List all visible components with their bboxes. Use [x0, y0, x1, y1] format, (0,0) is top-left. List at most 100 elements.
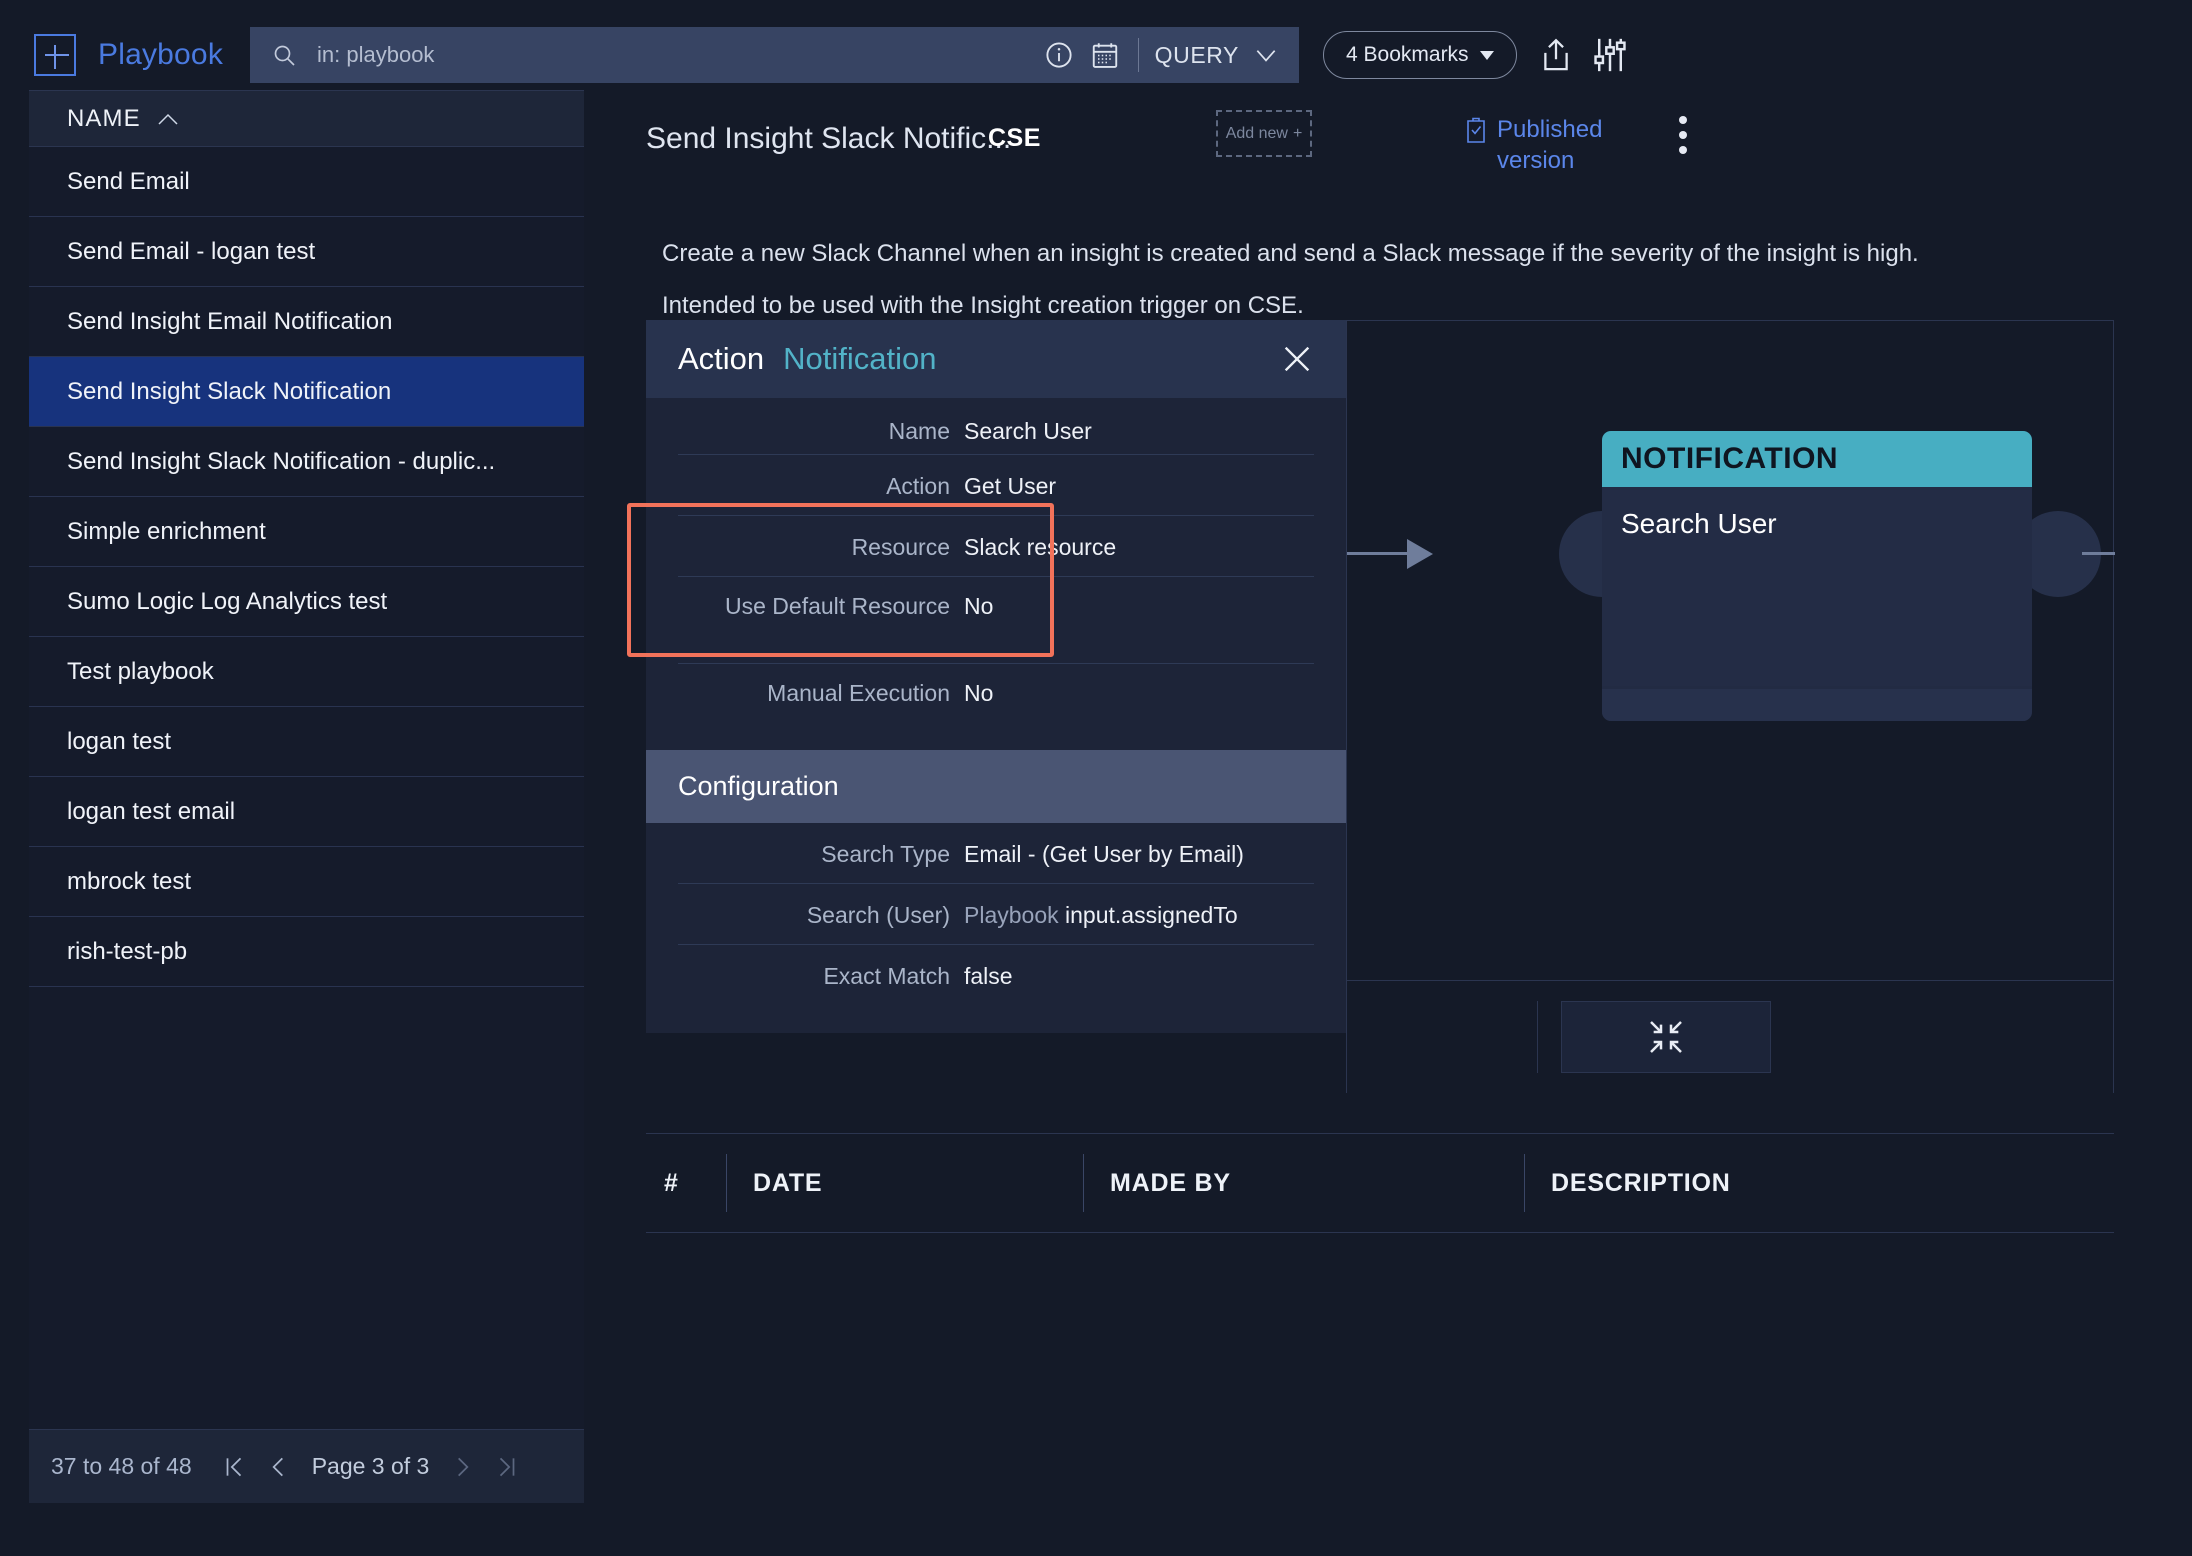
chevron-down-icon[interactable] [1253, 42, 1279, 68]
toolbar-divider [1537, 1001, 1538, 1073]
query-mode-label[interactable]: QUERY [1155, 42, 1239, 69]
next-page-button[interactable] [443, 1447, 483, 1487]
field-label: Exact Match [823, 963, 950, 989]
list-item-label: Send Insight Slack Notification - duplic… [67, 447, 496, 475]
configuration-label: Configuration [678, 771, 839, 801]
chevron-left-icon [272, 1457, 283, 1476]
column-header-number[interactable]: # [646, 1134, 726, 1232]
list-item-label: Sumo Logic Log Analytics test [67, 587, 388, 615]
list-item-label: rish-test-pb [67, 937, 188, 965]
list-item[interactable]: Sumo Logic Log Analytics test [29, 567, 584, 637]
node-footer [1602, 689, 2032, 721]
field-row-manual-execution: Manual Execution No [646, 664, 1346, 750]
edge-outgoing [2082, 552, 2115, 555]
playbook-description: Create a new Slack Channel when an insig… [662, 228, 2112, 332]
action-details-panel: Action Notification Name Search User Act… [627, 320, 1346, 1033]
playbook-list-sidebar: NAME Send Email Send Email - logan test … [29, 90, 584, 1503]
previous-page-button[interactable] [258, 1447, 298, 1487]
published-version-label: Published version [1497, 116, 1603, 174]
bookmarks-label: 4 Bookmarks [1346, 43, 1469, 66]
canvas-toolbar [1346, 980, 2114, 1093]
share-icon[interactable] [1539, 35, 1573, 75]
column-label: DESCRIPTION [1551, 1168, 1731, 1197]
list-item-label: logan test email [67, 797, 236, 825]
playbook-graph-canvas[interactable]: NOTIFICATION Search User [1346, 320, 2115, 980]
add-new-button[interactable]: Add new + [1216, 110, 1312, 157]
list-item[interactable]: Send Insight Slack Notification - duplic… [29, 427, 584, 497]
list-item[interactable]: Test playbook [29, 637, 584, 707]
close-icon[interactable] [1280, 342, 1314, 376]
list-item[interactable]: mbrock test [29, 847, 584, 917]
column-label: # [664, 1168, 679, 1197]
list-item[interactable]: Send Email [29, 147, 584, 217]
list-item[interactable]: logan test [29, 707, 584, 777]
field-value: Playbook input.assignedTo [964, 898, 1238, 932]
main-content: Send Insight Slack Notific... CSE Add ne… [584, 90, 2192, 1556]
pagination-bar: 37 to 48 of 48 Page 3 of 3 [29, 1429, 584, 1503]
action-panel-header: Action Notification [646, 320, 1346, 398]
list-item[interactable]: Send Email - logan test [29, 217, 584, 287]
field-label: Search Type [821, 841, 950, 867]
product-tag-cse: CSE [988, 124, 1041, 152]
sidebar-header-label: NAME [67, 104, 141, 132]
sidebar-list: Send Email Send Email - logan test Send … [29, 147, 584, 1429]
edge-arrow-icon [1407, 539, 1433, 569]
last-page-icon [500, 1457, 515, 1476]
field-row-action: Action Get User [646, 455, 1346, 515]
field-value: Search User [964, 418, 1092, 444]
field-label: Search (User) [806, 902, 950, 928]
bookmarks-button[interactable]: 4 Bookmarks [1323, 31, 1517, 79]
table-header-row: # DATE MADE BY DESCRIPTION [646, 1134, 2114, 1232]
kebab-dot [1679, 131, 1687, 139]
first-page-button[interactable] [214, 1447, 254, 1487]
search-bar[interactable]: QUERY [250, 27, 1300, 83]
field-row-search-type: Search Type Email - (Get User by Email) [646, 823, 1346, 883]
search-bar-icons: QUERY [1044, 27, 1299, 83]
published-version-status[interactable]: Published version [1464, 114, 1634, 176]
list-item[interactable]: Simple enrichment [29, 497, 584, 567]
list-item[interactable]: logan test email [29, 777, 584, 847]
field-label: Use Default Resource [725, 593, 950, 619]
field-row-exact-match: Exact Match false [646, 945, 1346, 1005]
column-header-made-by[interactable]: MADE BY [1084, 1134, 1524, 1232]
list-item-label: Send Email - logan test [67, 237, 316, 265]
sidebar-column-header-name[interactable]: NAME [29, 91, 584, 147]
search-icon [274, 45, 295, 66]
app-root: Playbook in: playbook QUERY 4 Bookmarks … [0, 0, 2192, 1556]
search-input[interactable] [317, 42, 1044, 68]
sort-ascending-chevron-up-icon[interactable] [157, 112, 179, 126]
field-value: No [964, 680, 994, 706]
settings-sliders-icon[interactable] [1591, 35, 1629, 75]
field-value-text: input.assignedTo [1065, 902, 1238, 928]
list-item[interactable]: Send Insight Email Notification [29, 287, 584, 357]
list-item[interactable]: rish-test-pb [29, 917, 584, 987]
column-header-description[interactable]: DESCRIPTION [1525, 1134, 2025, 1232]
action-panel-title: Action [678, 341, 765, 376]
chevron-right-icon [458, 1457, 469, 1476]
caret-down-icon [1479, 50, 1494, 60]
graph-node-notification[interactable]: NOTIFICATION Search User [1602, 431, 2032, 721]
fit-to-screen-button[interactable] [1561, 1001, 1771, 1073]
add-new-plus-icon: + [1292, 124, 1303, 142]
info-icon[interactable] [1044, 40, 1074, 70]
list-item-selected[interactable]: Send Insight Slack Notification [29, 357, 584, 427]
clipboard-check-icon [1467, 117, 1485, 143]
column-label: MADE BY [1110, 1168, 1231, 1197]
field-row-name: Name Search User [646, 398, 1346, 454]
last-page-button[interactable] [487, 1447, 527, 1487]
field-label: Resource [851, 534, 950, 560]
action-panel-subtitle: Notification [783, 341, 937, 376]
add-new-label: Add new [1225, 124, 1288, 142]
column-header-date[interactable]: DATE [727, 1134, 1083, 1232]
list-item-label: Send Insight Email Notification [67, 307, 393, 335]
calendar-icon[interactable] [1090, 40, 1120, 70]
field-value: Email - (Get User by Email) [964, 841, 1244, 867]
field-value: Get User [964, 473, 1057, 499]
app-brand-playbook[interactable]: Playbook [98, 38, 223, 72]
search-divider [1137, 38, 1139, 72]
new-playbook-button[interactable] [34, 34, 76, 76]
edge-incoming [1347, 552, 1409, 555]
more-options-button[interactable] [1679, 116, 1687, 154]
list-item-label: Send Insight Slack Notification [67, 377, 392, 405]
list-item-label: Simple enrichment [67, 517, 266, 545]
